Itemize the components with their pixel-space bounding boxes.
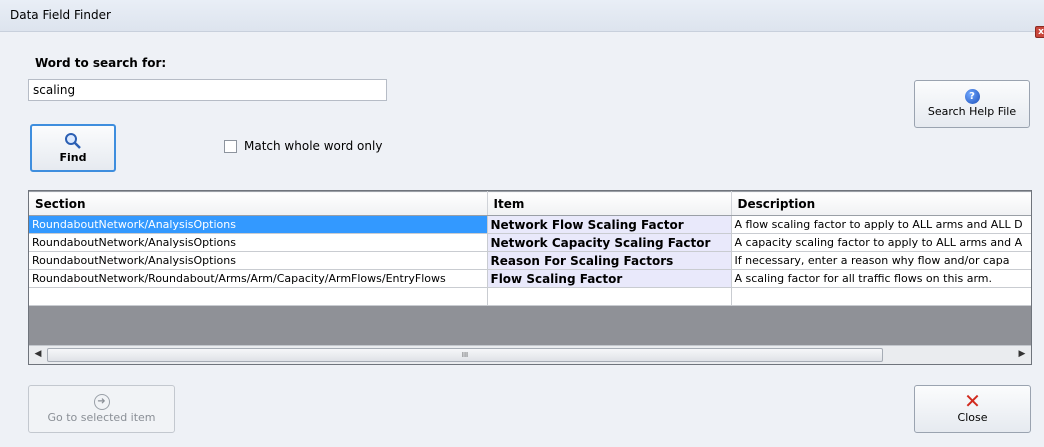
scroll-left-icon[interactable]: ◀ [31,349,45,362]
description-cell[interactable]: A capacity scaling factor to apply to AL… [731,233,1031,252]
question-icon: ? [964,89,980,104]
table-row[interactable]: RoundaboutNetwork/AnalysisOptions Networ… [29,233,1031,252]
window-close-icon[interactable]: x [1035,26,1044,38]
table-row[interactable]: RoundaboutNetwork/AnalysisOptions Reason… [29,251,1031,270]
item-cell[interactable]: Flow Scaling Factor [487,269,732,288]
red-x-icon: ✕ [964,389,981,413]
horizontal-scrollbar[interactable]: ◀ III ▶ [29,345,1031,364]
description-cell[interactable]: If necessary, enter a reason why flow an… [731,251,1031,270]
match-whole-word-label: Match whole word only [244,139,383,153]
title-bar: Data Field Finder [0,0,1044,32]
item-cell[interactable]: Network Flow Scaling Factor [487,215,732,234]
empty-cell [29,287,488,306]
close-button[interactable]: ✕ Close [914,385,1031,433]
close-button-label: Close [957,411,988,424]
section-cell[interactable]: RoundaboutNetwork/AnalysisOptions [29,251,488,270]
table-row-empty[interactable] [29,287,1031,306]
results-table: Section Item Description RoundaboutNetwo… [29,191,1031,306]
window-title: Data Field Finder [10,8,111,22]
search-help-label: Search Help File [927,105,1017,118]
description-cell[interactable]: A flow scaling factor to apply to ALL ar… [731,215,1031,234]
empty-cell [731,287,1031,306]
column-header-description[interactable]: Description [731,191,1031,216]
scrollbar-thumb[interactable]: III [47,348,883,362]
item-cell[interactable]: Network Capacity Scaling Factor [487,233,732,252]
find-button-label: Find [59,151,87,164]
column-header-section[interactable]: Section [29,191,488,216]
table-row[interactable]: RoundaboutNetwork/Roundabout/Arms/Arm/Ca… [29,269,1031,288]
section-cell[interactable]: RoundaboutNetwork/AnalysisOptions [29,233,488,252]
item-cell[interactable]: Reason For Scaling Factors [487,251,732,270]
magnifier-icon [65,133,81,149]
table-row[interactable]: RoundaboutNetwork/AnalysisOptions Networ… [29,215,1031,234]
goto-selected-item-label: Go to selected item [47,411,156,424]
results-grid: Section Item Description RoundaboutNetwo… [28,190,1032,365]
goto-selected-item-button[interactable]: ➜ Go to selected item [28,385,175,433]
description-cell[interactable]: A scaling factor for all traffic flows o… [731,269,1031,288]
search-label: Word to search for: [35,56,167,70]
search-input[interactable] [28,79,387,101]
table-header-row: Section Item Description [29,191,1031,216]
search-help-button[interactable]: ? Search Help File [914,80,1030,128]
arrow-right-circle-icon: ➜ [93,394,110,410]
find-button[interactable]: Find [30,124,116,172]
section-cell[interactable]: RoundaboutNetwork/AnalysisOptions [29,215,488,234]
match-whole-word-checkbox[interactable] [224,140,237,153]
section-cell[interactable]: RoundaboutNetwork/Roundabout/Arms/Arm/Ca… [29,269,488,288]
empty-cell [487,287,732,306]
scroll-right-icon[interactable]: ▶ [1015,349,1029,362]
column-header-item[interactable]: Item [487,191,732,216]
